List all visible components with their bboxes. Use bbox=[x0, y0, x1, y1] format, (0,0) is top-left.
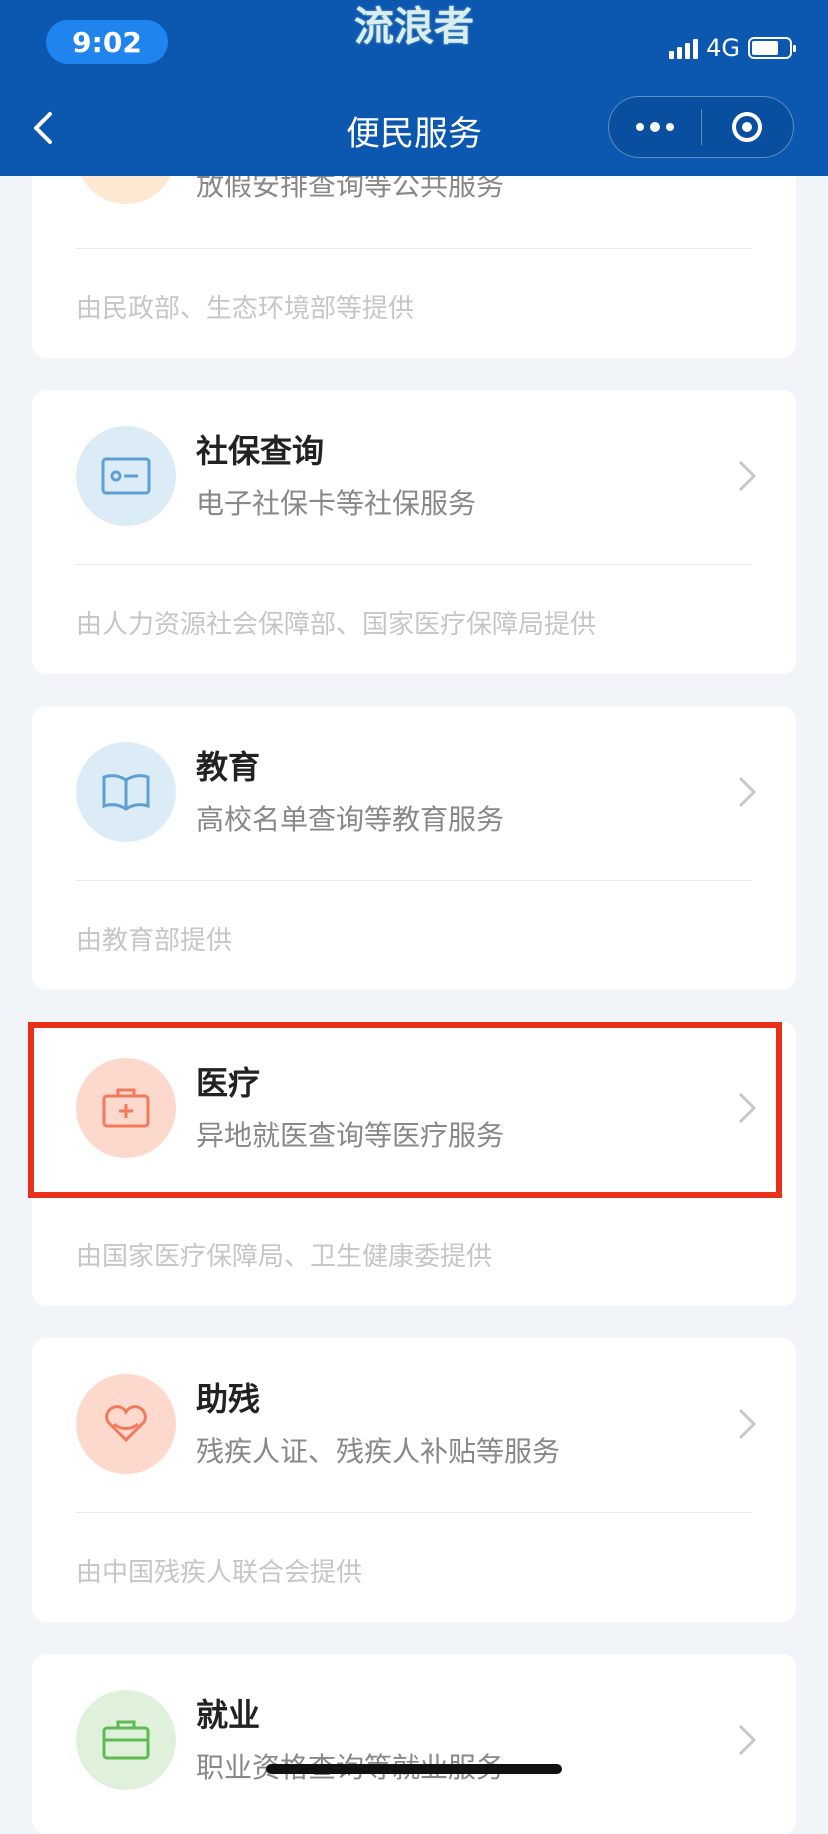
chevron-right-icon bbox=[738, 776, 757, 808]
status-bar-right: 4G bbox=[669, 34, 796, 62]
more-icon bbox=[635, 122, 674, 132]
chevron-right-icon bbox=[738, 1408, 757, 1440]
network-type: 4G bbox=[706, 34, 740, 62]
battery-icon bbox=[748, 37, 796, 59]
nav-header: 9:02 流浪者 4G 便民服务 bbox=[0, 0, 828, 176]
service-name: 就业 bbox=[196, 1696, 261, 1734]
heart-hand-icon bbox=[76, 1374, 176, 1474]
service-provider: 由教育部提供 bbox=[76, 926, 233, 956]
target-icon bbox=[732, 112, 763, 142]
service-provider: 由国家医疗保障局、卫生健康委提供 bbox=[76, 1242, 493, 1272]
book-icon bbox=[76, 742, 176, 842]
signal-icon bbox=[669, 37, 699, 59]
service-desc: 高校名单查询等教育服务 bbox=[196, 803, 505, 836]
service-desc: 残疾人证、残疾人补贴等服务 bbox=[196, 1435, 561, 1468]
service-card-social-security[interactable]: 社保查询 电子社保卡等社保服务 由人力资源社会保障部、国家医疗保障局提供 bbox=[32, 390, 796, 674]
chevron-right-icon bbox=[738, 460, 757, 492]
more-button[interactable] bbox=[609, 97, 701, 157]
service-provider: 由民政部、生态环境部等提供 bbox=[76, 294, 415, 324]
service-desc: 异地就医查询等医疗服务 bbox=[196, 1119, 505, 1152]
service-card-employment[interactable]: 就业 职业资格查询等就业服务 bbox=[32, 1654, 796, 1834]
briefcase-icon bbox=[76, 1690, 176, 1790]
service-name: 教育 bbox=[196, 748, 261, 786]
service-name: 助残 bbox=[196, 1380, 261, 1418]
chevron-right-icon bbox=[738, 1724, 757, 1756]
service-card-medical[interactable]: 医疗 异地就医查询等医疗服务 由国家医疗保障局、卫生健康委提供 bbox=[32, 1022, 796, 1306]
medical-kit-icon bbox=[76, 1058, 176, 1158]
service-card-education[interactable]: 教育 高校名单查询等教育服务 由教育部提供 bbox=[32, 706, 796, 990]
service-desc: 电子社保卡等社保服务 bbox=[196, 487, 477, 520]
service-provider: 由中国残疾人联合会提供 bbox=[76, 1558, 363, 1588]
mini-program-capsule bbox=[608, 96, 794, 158]
service-provider: 由人力资源社会保障部、国家医疗保障局提供 bbox=[76, 610, 597, 640]
close-program-button[interactable] bbox=[702, 97, 794, 157]
service-card-disability[interactable]: 助残 残疾人证、残疾人补贴等服务 由中国残疾人联合会提供 bbox=[32, 1338, 796, 1622]
home-indicator bbox=[266, 1764, 562, 1774]
service-name: 医疗 bbox=[196, 1064, 261, 1102]
id-card-icon bbox=[76, 426, 176, 526]
chevron-right-icon bbox=[738, 1092, 757, 1124]
service-name: 社保查询 bbox=[196, 432, 325, 470]
